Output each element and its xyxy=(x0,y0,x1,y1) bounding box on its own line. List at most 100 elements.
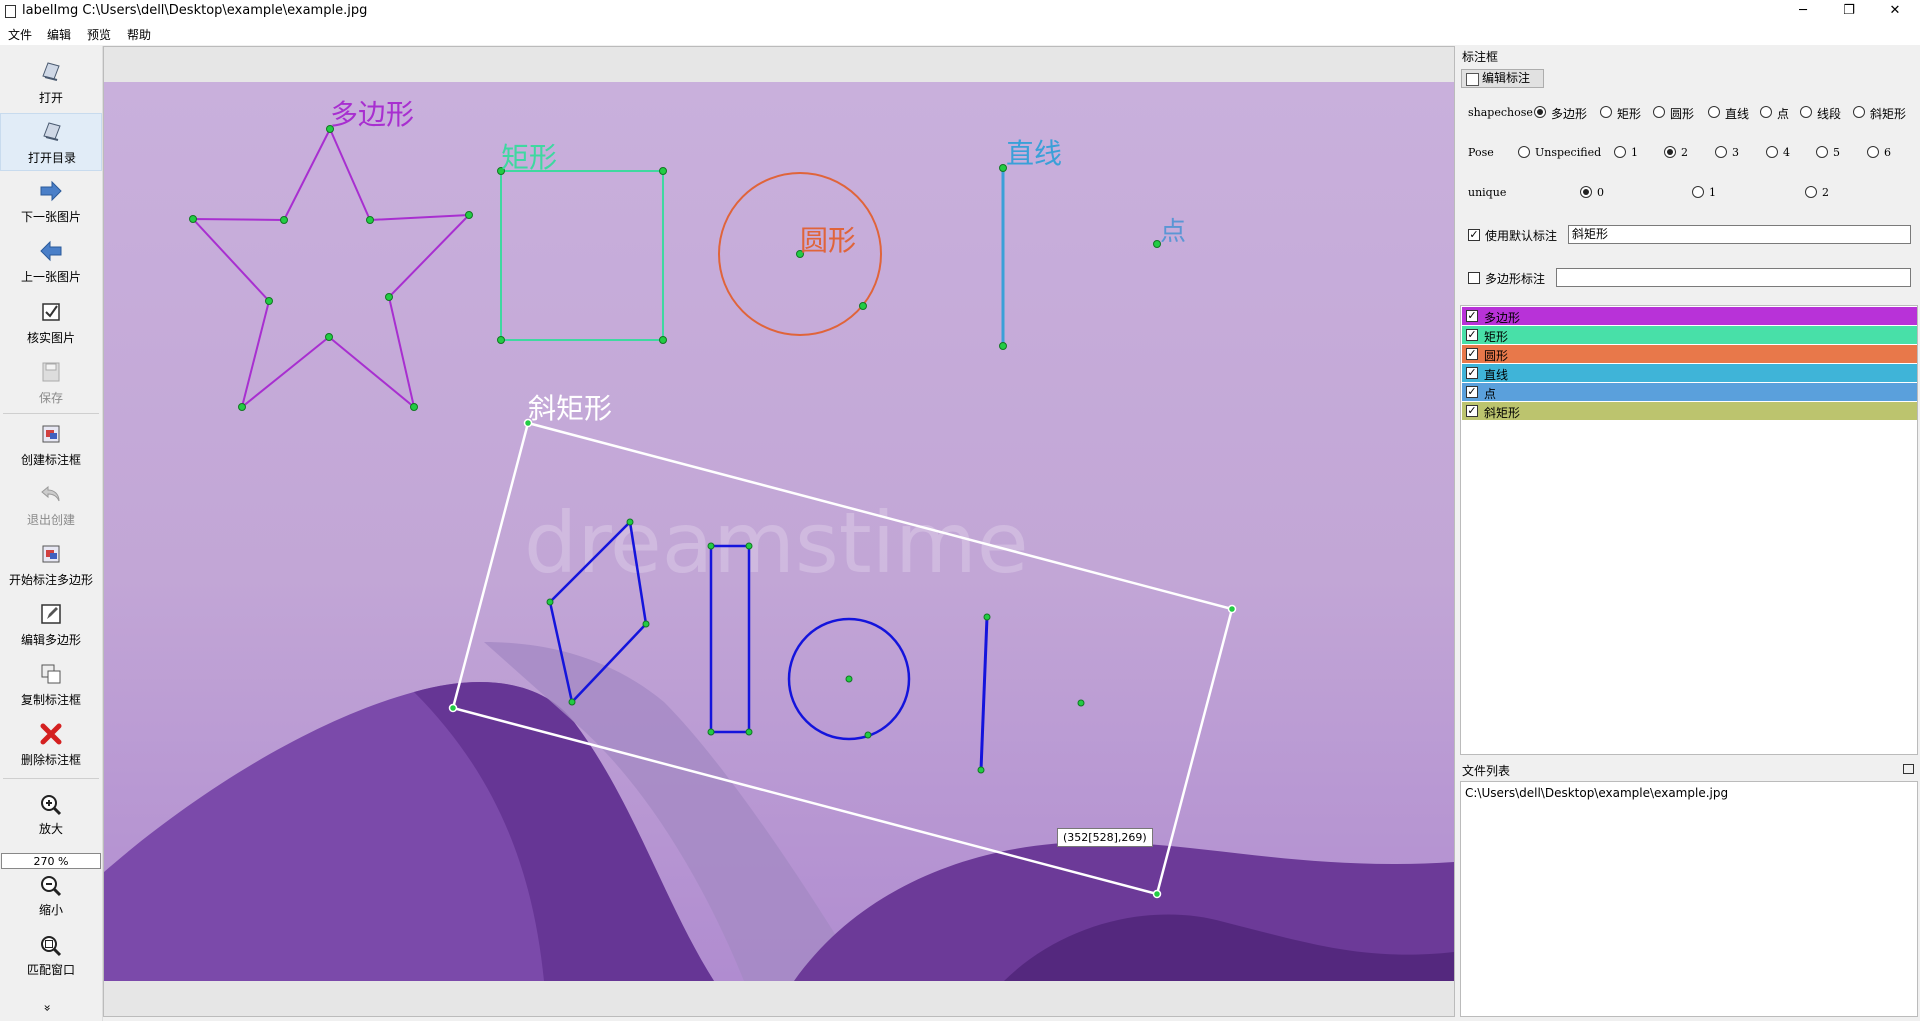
float-dock-icon[interactable] xyxy=(1903,764,1914,774)
label-text: 斜矩形 xyxy=(1484,406,1521,420)
shape-option-rotated-rect: 斜矩形 xyxy=(1870,107,1907,121)
pose-radio-3[interactable] xyxy=(1715,146,1727,158)
zoom-out-button[interactable]: 缩小 xyxy=(0,870,102,922)
window-title: labelImg C:\Users\dell\Desktop\example\e… xyxy=(22,3,368,18)
copy-box-button[interactable]: 复制标注框 xyxy=(0,656,102,714)
annotation-dock-title: 标注框 xyxy=(1462,50,1499,64)
menu-file[interactable]: 文件 xyxy=(8,26,32,43)
edit-annotation-label: 编辑标注 xyxy=(1482,71,1531,85)
label-text: 多边形 xyxy=(1484,311,1521,325)
undo-icon xyxy=(41,485,60,502)
create-box-button[interactable]: 创建标注框 xyxy=(0,416,102,474)
image-canvas[interactable]: dreamstime 多边形 矩形 圆形 直线 点 斜矩形 xyxy=(104,82,1454,981)
exit-create-button[interactable]: 退出创建 xyxy=(0,476,102,534)
shape-radio-line[interactable] xyxy=(1708,106,1720,118)
label-checkbox[interactable]: ✓ xyxy=(1466,348,1478,360)
unique-radio-1[interactable] xyxy=(1692,186,1704,198)
delete-box-label: 删除标注框 xyxy=(20,753,81,767)
edit-pen-icon xyxy=(1466,73,1479,86)
next-image-label: 下一张图片 xyxy=(20,210,81,224)
edit-annotation-button[interactable]: 编辑标注 xyxy=(1461,69,1544,88)
minimize-button[interactable]: ─ xyxy=(1780,0,1826,23)
label-list-item[interactable]: ✓ 直线 xyxy=(1462,364,1917,382)
watermark-text: dreamstime xyxy=(524,494,1029,592)
save-button[interactable]: 保存 xyxy=(0,354,102,412)
menu-edit[interactable]: 编辑 xyxy=(47,26,71,43)
label-list-item[interactable]: ✓ 多边形 xyxy=(1462,307,1917,325)
restore-button[interactable]: ❐ xyxy=(1826,0,1872,23)
save-icon xyxy=(42,362,60,382)
use-default-label-checkbox[interactable]: ✓ xyxy=(1468,229,1480,241)
close-button[interactable]: ✕ xyxy=(1872,0,1918,23)
polygon-label-checkbox[interactable] xyxy=(1468,272,1480,284)
pose-radio-4[interactable] xyxy=(1766,146,1778,158)
file-list-item[interactable]: C:\Users\dell\Desktop\example\example.jp… xyxy=(1465,786,1728,800)
delete-box-button[interactable]: 删除标注框 xyxy=(0,716,102,774)
create-box-icon xyxy=(42,425,60,443)
pose-radio-1[interactable] xyxy=(1614,146,1626,158)
pose-option-6: 6 xyxy=(1884,146,1891,159)
open-dir-button[interactable]: 打开目录 xyxy=(0,113,102,171)
create-box-label: 创建标注框 xyxy=(20,453,81,467)
circle-label: 圆形 xyxy=(800,224,856,257)
point-label: 点 xyxy=(1160,217,1186,247)
zoom-in-button[interactable]: 放大 xyxy=(0,789,102,841)
shape-radio-point[interactable] xyxy=(1760,106,1772,118)
shape-option-point: 点 xyxy=(1777,107,1790,121)
start-polygon-button[interactable]: 开始标注多边形 xyxy=(0,536,102,594)
shape-radio-segment[interactable] xyxy=(1800,106,1812,118)
fit-window-button[interactable]: 匹配窗口 xyxy=(0,930,102,982)
edit-polygon-label: 编辑多边形 xyxy=(20,633,81,647)
label-checkbox[interactable]: ✓ xyxy=(1466,386,1478,398)
save-label: 保存 xyxy=(38,391,63,405)
zoom-out-label: 缩小 xyxy=(38,903,63,917)
unique-radio-2[interactable] xyxy=(1805,186,1817,198)
open-button[interactable]: 打开 xyxy=(0,54,102,112)
menu-help[interactable]: 帮助 xyxy=(127,26,151,43)
pose-option-1: 1 xyxy=(1631,146,1638,159)
open-dir-icon xyxy=(43,122,61,141)
shape-radio-circle[interactable] xyxy=(1653,106,1665,118)
label-list-item[interactable]: ✓ 斜矩形 xyxy=(1462,402,1917,420)
label-checkbox[interactable]: ✓ xyxy=(1466,367,1478,379)
pose-radio-unspecified[interactable] xyxy=(1518,146,1530,158)
zoom-value-field[interactable]: 270 % xyxy=(1,853,101,869)
toolbar-more-icon[interactable]: » xyxy=(41,1004,55,1011)
pose-label: Pose xyxy=(1468,146,1494,159)
prev-image-button[interactable]: 上一张图片 xyxy=(0,233,102,291)
arrow-right-icon xyxy=(40,180,62,202)
shape-option-rectangle: 矩形 xyxy=(1617,107,1642,121)
title-bar: labelImg C:\Users\dell\Desktop\example\e… xyxy=(0,0,1920,23)
menu-view[interactable]: 预览 xyxy=(87,26,111,43)
label-checkbox[interactable]: ✓ xyxy=(1466,329,1478,341)
label-text: 矩形 xyxy=(1484,330,1509,344)
pose-radio-5[interactable] xyxy=(1816,146,1828,158)
shape-radio-polygon[interactable] xyxy=(1534,106,1546,118)
default-label-input[interactable]: 斜矩形 xyxy=(1568,225,1911,244)
pose-option-2: 2 xyxy=(1681,146,1688,159)
label-checkbox[interactable]: ✓ xyxy=(1466,405,1478,417)
next-image-button[interactable]: 下一张图片 xyxy=(0,173,102,231)
label-list-item[interactable]: ✓ 矩形 xyxy=(1462,326,1917,344)
shape-radio-rectangle[interactable] xyxy=(1600,106,1612,118)
polygon-label: 多边形 xyxy=(330,98,414,131)
edit-polygon-button[interactable]: 编辑多边形 xyxy=(0,596,102,654)
unique-option-0: 0 xyxy=(1597,186,1604,199)
blue-point-shape xyxy=(1077,699,1085,707)
label-checkbox[interactable]: ✓ xyxy=(1466,310,1478,322)
label-list-item[interactable]: ✓ 点 xyxy=(1462,383,1917,401)
verify-image-button[interactable]: 核实图片 xyxy=(0,294,102,352)
unique-radio-0[interactable] xyxy=(1580,186,1592,198)
prev-image-label: 上一张图片 xyxy=(20,270,81,284)
label-text: 直线 xyxy=(1484,368,1509,382)
label-list-item[interactable]: ✓ 圆形 xyxy=(1462,345,1917,363)
zoom-in-label: 放大 xyxy=(38,822,63,836)
pose-radio-6[interactable] xyxy=(1867,146,1879,158)
copy-box-label: 复制标注框 xyxy=(20,693,81,707)
verify-icon xyxy=(42,303,60,321)
annotation-canvas[interactable]: dreamstime 多边形 矩形 圆形 直线 点 斜矩形 xyxy=(104,82,1454,981)
shape-radio-rotated-rect[interactable] xyxy=(1853,106,1865,118)
polygon-label-input[interactable] xyxy=(1556,268,1911,287)
toolbar-separator xyxy=(3,413,99,414)
pose-radio-2[interactable] xyxy=(1664,146,1676,158)
